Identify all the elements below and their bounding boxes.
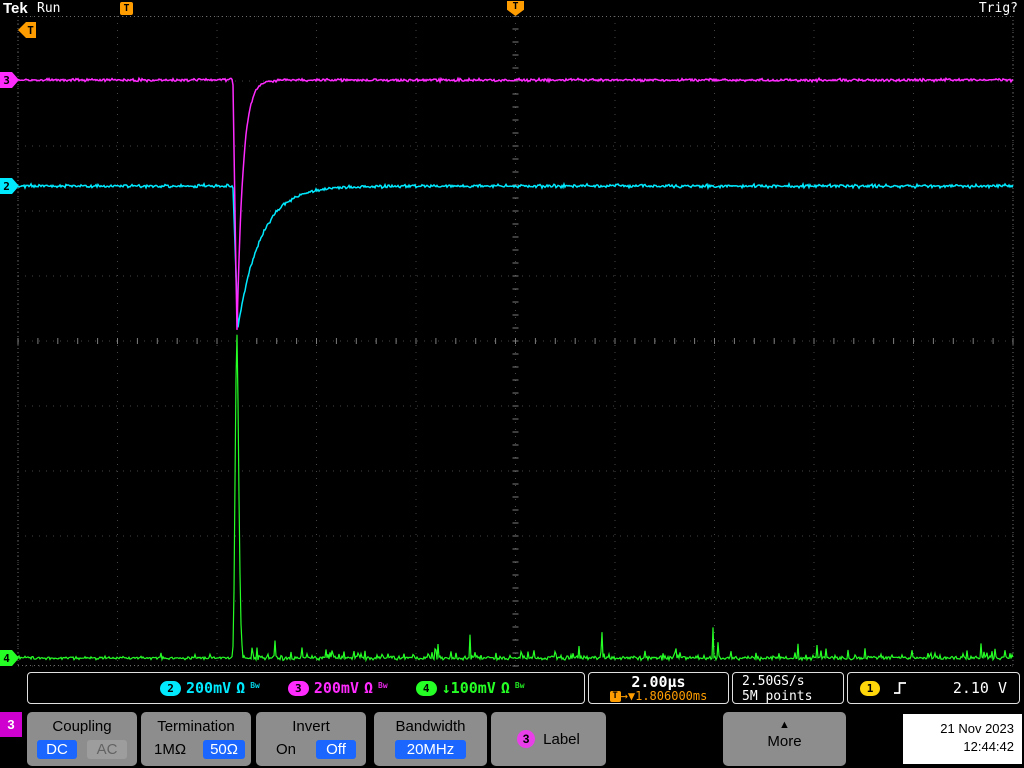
ch2-impedance: Ω (236, 679, 246, 697)
delay-readout: T →▼1.806000ms (589, 690, 728, 703)
ch2-readout: 2 200mV Ω Bw (160, 679, 260, 697)
coupling-ac-option[interactable]: AC (87, 740, 127, 759)
trigger-level-readout: 2.10 V (952, 679, 1007, 697)
coupling-label: Coupling (52, 718, 112, 735)
trigger-offscreen-left-label: T (27, 24, 34, 37)
ch2-badge: 2 (160, 680, 181, 696)
termination-1mohm-option[interactable]: 1MΩ (147, 740, 193, 759)
tek-logo: Tek (3, 0, 28, 17)
ch3-bandwidth-limit-icon: Bw (378, 681, 388, 690)
delay-arrows-icon: →▼ (620, 689, 636, 703)
trigger-status-text: Trig? (978, 1, 1018, 16)
delay-value: 1.806000ms (635, 689, 708, 703)
more-label: More (767, 733, 802, 750)
bandwidth-label: Bandwidth (395, 718, 466, 735)
ch3-badge: 3 (287, 680, 309, 696)
timebase-readout: 2.00µs (631, 673, 686, 691)
readout-bar: 2 200mV Ω Bw 3 200mV Ω Bw 4 ↓100mV Ω Bw … (0, 670, 1024, 708)
trigger-source-badge: 1 (860, 680, 880, 696)
coupling-dc-option[interactable]: DC (37, 740, 77, 759)
channel-readouts-box: 2 200mV Ω Bw 3 200mV Ω Bw 4 ↓100mV Ω Bw (27, 672, 585, 704)
termination-50ohm-option[interactable]: 50Ω (203, 740, 245, 759)
channel-marker-2-number: 2 (3, 180, 10, 193)
ch3-readout: 3 200mV Ω Bw (287, 679, 388, 697)
graticule-grid (17, 15, 1014, 667)
record-length-readout: 5M points (742, 689, 813, 704)
ch2-bandwidth-limit-icon: Bw (250, 681, 260, 690)
trigger-readout-box: 1 2.10 V (847, 672, 1020, 704)
trigger-center-marker-icon: T (507, 1, 524, 16)
ch2-scale: 200mV (186, 679, 232, 697)
trace-ch3 (17, 76, 1014, 330)
label-button[interactable]: 3 Label (491, 712, 606, 766)
termination-button[interactable]: Termination 1MΩ 50Ω (141, 712, 251, 766)
ch3-impedance: Ω (363, 679, 374, 697)
ch4-readout: 4 ↓100mV Ω Bw (415, 679, 525, 697)
bandwidth-20mhz-option[interactable]: 20MHz (394, 740, 467, 759)
waveform-display: 3 2 4 T (0, 15, 1014, 667)
channel-marker-3-number: 3 (3, 74, 10, 87)
invert-label: Invert (292, 718, 330, 735)
ch4-bandwidth-limit-icon: Bw (514, 681, 525, 690)
ch4-impedance: Ω (500, 679, 510, 697)
delay-trigger-icon: T (609, 691, 621, 702)
coupling-button[interactable]: Coupling DC AC (27, 712, 137, 766)
ch4-scale: ↓100mV (441, 679, 496, 697)
invert-off-option[interactable]: Off (316, 740, 356, 759)
time-text: 12:44:42 (963, 739, 1014, 754)
channel-marker-2[interactable]: 2 (0, 178, 19, 194)
date-text: 21 Nov 2023 (940, 721, 1014, 736)
trigger-slope-rising-icon (894, 682, 906, 694)
more-button[interactable]: ▲ More (723, 712, 846, 766)
menu-channel-tab: 3 (0, 712, 22, 737)
acquisition-readout-box: 2.50GS/s 5M points (732, 672, 844, 704)
oscilloscope-screen: Tek Run T T Trig? 3 2 4 T 2 200mV Ω Bw 3… (0, 0, 1024, 768)
channel-marker-3[interactable]: 3 (0, 72, 19, 88)
acquisition-status: Run (37, 1, 61, 16)
channel-menu-bar: 3 Coupling DC AC Termination 1MΩ 50Ω Inv… (0, 710, 1024, 768)
trigger-offscreen-left-marker: T (18, 22, 36, 38)
top-status-bar: Tek Run T T Trig? (0, 0, 1024, 17)
graticule-area: 3 2 4 T (0, 15, 1024, 670)
channel-marker-4[interactable]: 4 (0, 650, 19, 666)
ch3-scale: 200mV (313, 679, 359, 697)
trigger-position-flag-icon: T (120, 2, 133, 15)
more-up-arrow-icon: ▲ (779, 719, 790, 731)
invert-on-option[interactable]: On (266, 740, 306, 759)
horizontal-readout-box: 2.00µs T →▼1.806000ms (588, 672, 729, 704)
channel-marker-4-number: 4 (3, 652, 10, 665)
date-time-box: 21 Nov 2023 12:44:42 (903, 714, 1022, 764)
termination-label: Termination (157, 718, 235, 735)
label-channel-badge: 3 (517, 730, 536, 748)
sample-rate-readout: 2.50GS/s (742, 674, 805, 689)
label-text: Label (543, 730, 580, 748)
invert-button[interactable]: Invert On Off (256, 712, 366, 766)
bandwidth-button[interactable]: Bandwidth 20MHz (374, 712, 487, 766)
ch4-badge: 4 (415, 680, 437, 696)
